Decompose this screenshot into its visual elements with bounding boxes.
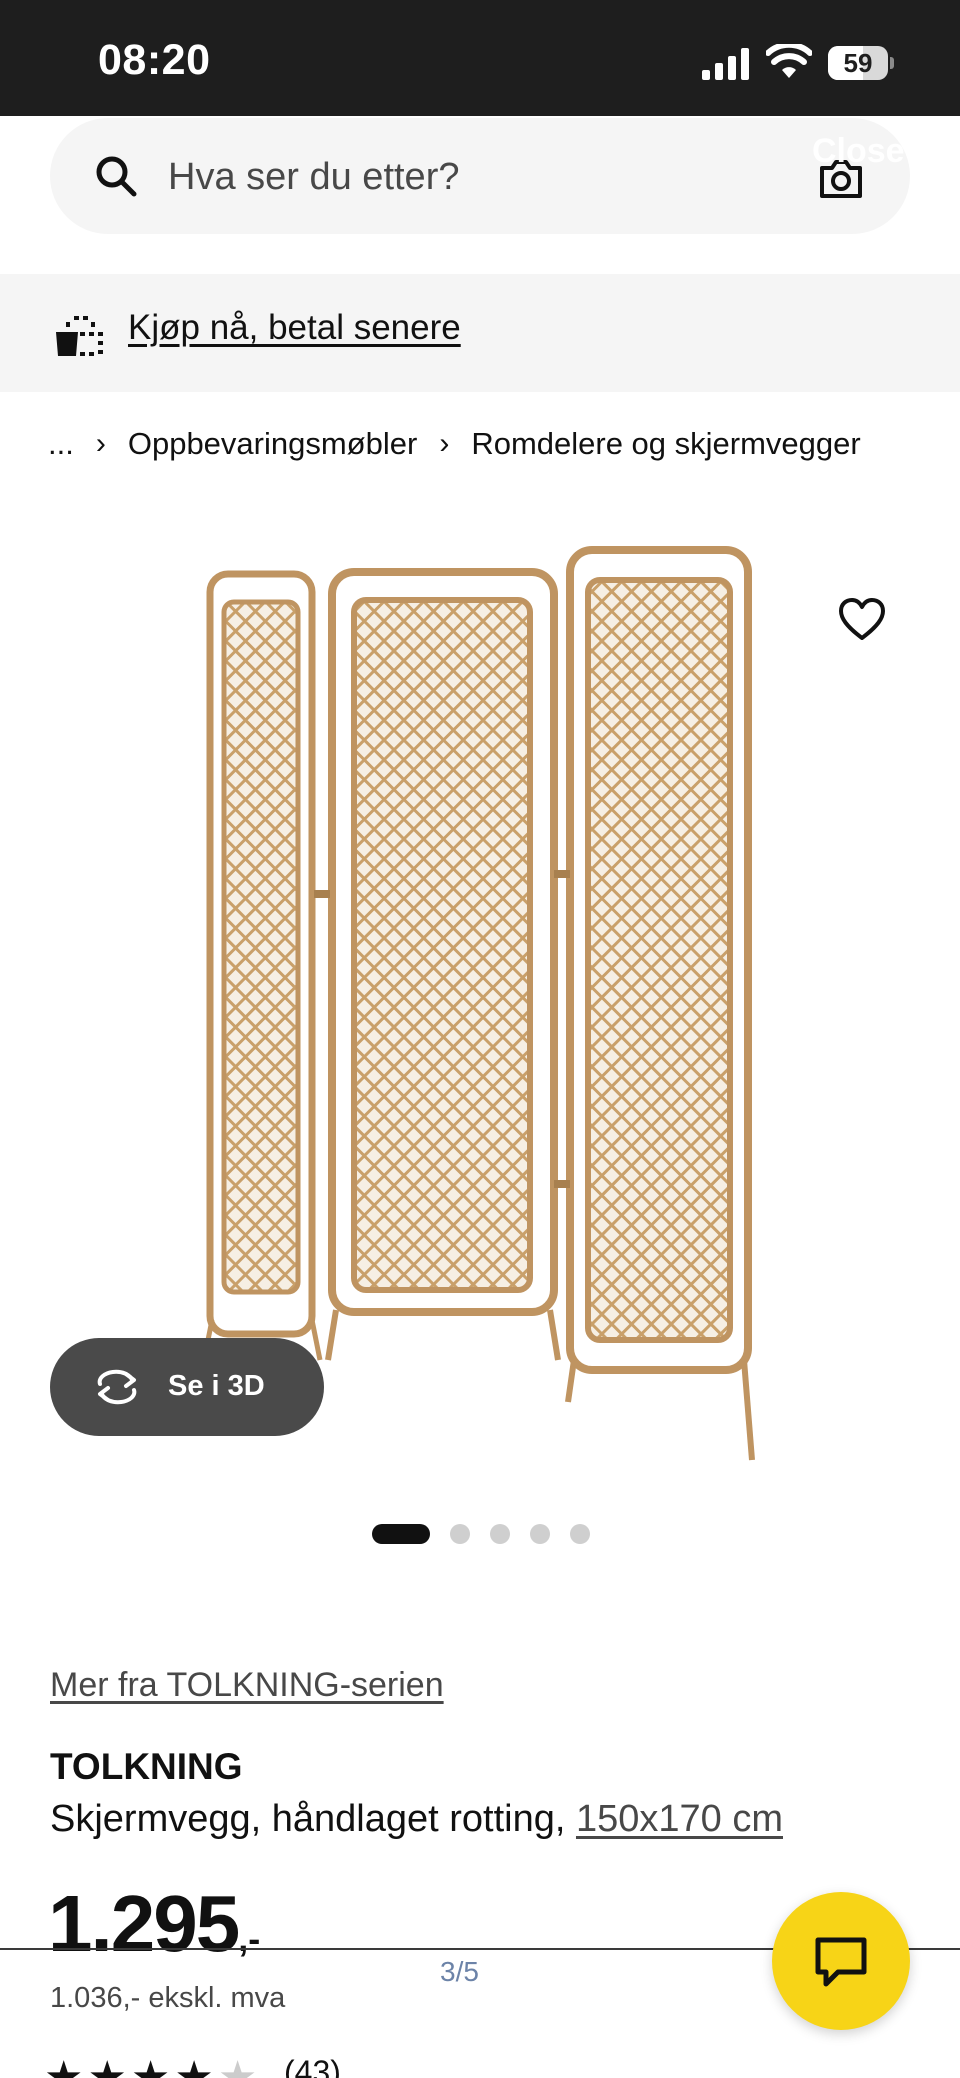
screen-panel-left	[201, 570, 323, 1361]
price-main: 1.295	[48, 1879, 240, 1968]
review-count[interactable]: (43)	[284, 2054, 341, 2078]
breadcrumb-item-ellipsis[interactable]: ...	[48, 426, 74, 462]
chat-bubble-icon	[815, 1937, 867, 1987]
wifi-icon	[766, 44, 812, 78]
search-input[interactable]: Hva ser du etter?	[168, 156, 459, 199]
chevron-right-icon: ›	[439, 427, 450, 460]
search-icon	[96, 156, 137, 197]
series-link[interactable]: Mer fra TOLKNING-serien	[50, 1666, 444, 1705]
product-image[interactable]	[196, 530, 776, 1470]
star-icon: ★	[44, 2053, 84, 2078]
product-description: Skjermvegg, håndlaget rotting, 150x170 c…	[50, 1798, 783, 1841]
carousel-dot[interactable]	[570, 1524, 590, 1544]
chat-button[interactable]	[772, 1892, 910, 2030]
chevron-right-icon: ›	[95, 427, 106, 460]
product-name: TOLKNING	[50, 1746, 243, 1787]
rating-stars[interactable]: ★ ★ ★ ★ ★	[44, 2056, 257, 2078]
price-ex-vat: 1.036,- ekskl. mva	[50, 1982, 286, 2014]
overlay-close-text[interactable]: Close	[812, 132, 905, 171]
heart-icon[interactable]	[838, 598, 886, 642]
breadcrumb: ... › Oppbevaringsmøbler › Romdelere og …	[48, 424, 861, 464]
star-icon: ★	[130, 2053, 171, 2078]
battery-icon: 59	[828, 46, 894, 80]
carousel-dot[interactable]	[530, 1524, 550, 1544]
status-bar: 08:20 59	[0, 0, 960, 116]
breadcrumb-item-room-dividers[interactable]: Romdelere og skjermvegger	[471, 426, 860, 462]
carousel-dot[interactable]	[490, 1524, 510, 1544]
star-icon: ★	[217, 2053, 258, 2078]
pay-later-link[interactable]: Kjøp nå, betal senere	[128, 308, 461, 348]
status-time: 08:20	[98, 36, 211, 84]
price: 1.295,-	[48, 1878, 260, 1970]
pay-later-banner: Kjøp nå, betal senere	[0, 274, 960, 392]
breadcrumb-item-storage[interactable]: Oppbevaringsmøbler	[128, 426, 417, 462]
price-suffix: ,-	[238, 1918, 261, 1959]
star-icon: ★	[87, 2053, 127, 2078]
battery-percent: 59	[843, 48, 873, 78]
shopping-bag-icon	[56, 316, 103, 356]
star-icon: ★	[174, 2053, 214, 2078]
carousel-dot[interactable]	[450, 1524, 470, 1544]
product-description-text: Skjermvegg, håndlaget rotting,	[50, 1798, 566, 1840]
search-bar[interactable]: Hva ser du etter?	[50, 118, 910, 234]
cellular-signal-icon	[702, 48, 749, 80]
page-indicator: 3/5	[440, 1956, 479, 1987]
screen-panel-middle	[325, 568, 561, 1361]
view-in-3d-button[interactable]: Se i 3D	[50, 1338, 324, 1436]
screen-panel-right	[565, 546, 755, 1461]
rotate-3d-icon	[97, 1369, 137, 1405]
carousel-dot[interactable]	[372, 1524, 430, 1544]
view-in-3d-label: Se i 3D	[168, 1370, 265, 1402]
product-dimensions-link[interactable]: 150x170 cm	[576, 1798, 783, 1840]
